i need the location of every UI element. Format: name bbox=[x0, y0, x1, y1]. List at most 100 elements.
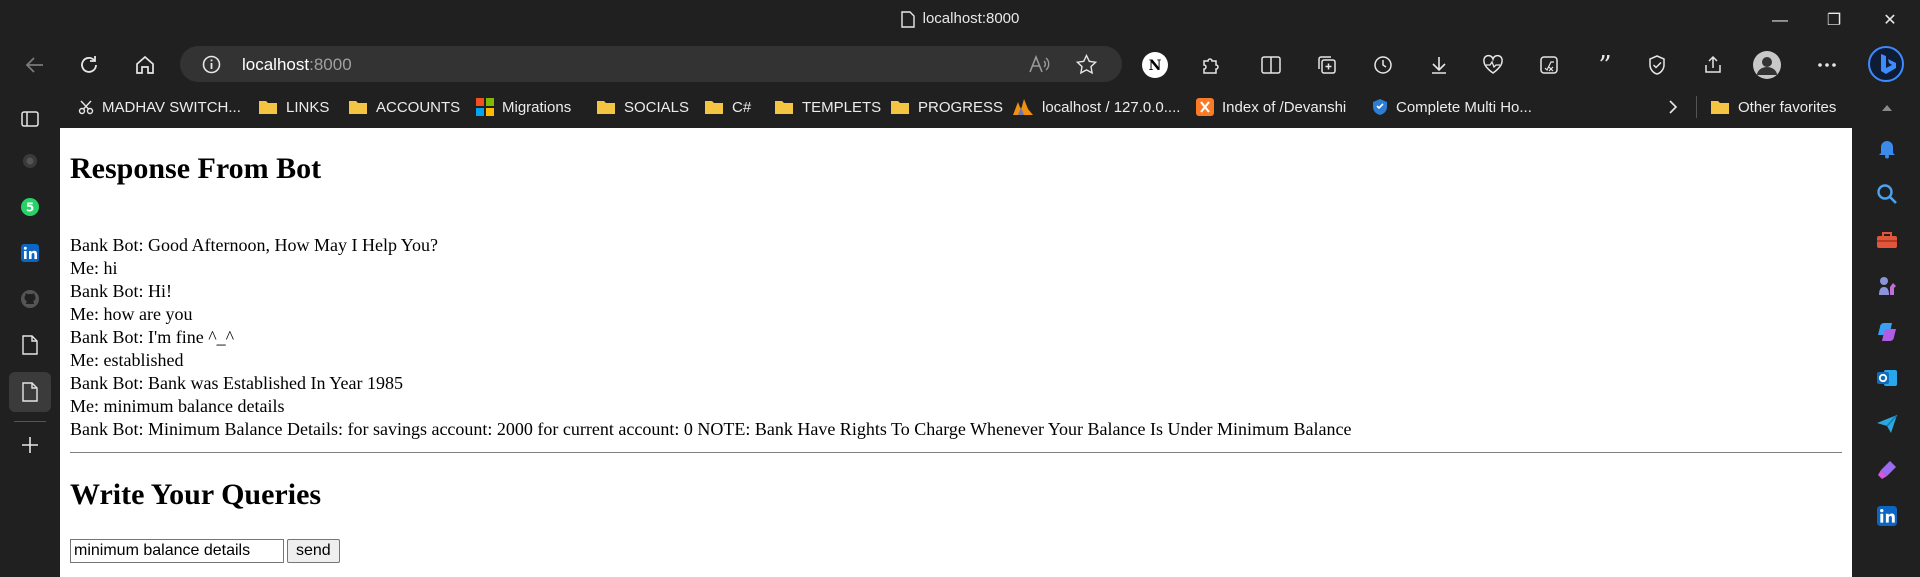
sidebar-drop[interactable] bbox=[1873, 410, 1901, 438]
page-icon bbox=[900, 10, 915, 28]
profile-button[interactable] bbox=[1752, 50, 1782, 80]
home-icon bbox=[136, 55, 154, 74]
bookmarks-bar: MADHAV SWITCH... LINKS ACCOUNTS Migratio… bbox=[0, 86, 1852, 128]
folder-icon bbox=[775, 101, 793, 114]
tab-actions-button[interactable] bbox=[15, 104, 45, 134]
restore-button[interactable]: ❐ bbox=[1814, 6, 1854, 36]
bookmark-item[interactable]: localhost / 127.0.0.... bbox=[1012, 95, 1180, 119]
downloads-button[interactable] bbox=[1424, 50, 1454, 80]
microsoft-logo-icon bbox=[476, 98, 494, 116]
sidebar-games[interactable] bbox=[1873, 272, 1901, 300]
extensions-button[interactable] bbox=[1196, 50, 1226, 80]
close-window-button[interactable]: ✕ bbox=[1870, 6, 1910, 36]
chat-line: Bank Bot: I'm fine ^_^ bbox=[70, 327, 235, 347]
avatar bbox=[1753, 51, 1781, 79]
chat-line: Me: established bbox=[70, 350, 184, 370]
tab-whatsapp[interactable]: 5 bbox=[15, 192, 45, 222]
address-bar[interactable]: localhost:8000 bbox=[180, 46, 1122, 82]
back-button[interactable] bbox=[20, 50, 50, 80]
query-input[interactable] bbox=[70, 539, 284, 563]
home-button[interactable] bbox=[130, 50, 160, 80]
outlook-icon bbox=[1877, 370, 1897, 386]
bookmark-folder[interactable]: C# bbox=[704, 95, 751, 119]
sidebar-outlook[interactable] bbox=[1873, 364, 1901, 392]
send-button[interactable]: send bbox=[287, 539, 340, 563]
more-dots-icon bbox=[1818, 63, 1836, 67]
chat-log: Bank Bot: Good Afternoon, How May I Help… bbox=[70, 234, 1351, 441]
chat-line: Bank Bot: Bank was Established In Year 1… bbox=[70, 373, 403, 393]
collections-button[interactable] bbox=[1312, 50, 1342, 80]
horizontal-rule bbox=[70, 452, 1842, 453]
sidebar-designer[interactable] bbox=[1873, 456, 1901, 484]
xampp-icon bbox=[1196, 98, 1214, 116]
svg-text:”: ” bbox=[1598, 54, 1611, 76]
refresh-button[interactable] bbox=[74, 50, 104, 80]
share-button[interactable] bbox=[1698, 50, 1728, 80]
bookmark-folder[interactable]: PROGRESS bbox=[890, 95, 1003, 119]
tab-active[interactable] bbox=[15, 377, 45, 407]
tabs-divider bbox=[14, 421, 46, 422]
url-text[interactable]: localhost:8000 bbox=[242, 55, 352, 75]
paper-plane-icon bbox=[1877, 414, 1898, 433]
copilot-icon bbox=[1878, 323, 1896, 341]
history-button[interactable] bbox=[1368, 50, 1398, 80]
back-arrow-icon bbox=[25, 57, 43, 73]
bookmark-item[interactable]: Migrations bbox=[476, 95, 571, 119]
quotes-extension-button[interactable]: ” bbox=[1590, 50, 1620, 80]
split-screen-button[interactable] bbox=[1256, 50, 1286, 80]
quote-icon: ” bbox=[1598, 54, 1611, 76]
folder-icon bbox=[891, 101, 909, 114]
math-solver-button[interactable] bbox=[1534, 50, 1564, 80]
chat-line: Me: hi bbox=[70, 258, 118, 278]
folder-icon bbox=[705, 101, 723, 114]
shield-icon bbox=[1373, 99, 1387, 115]
linkedin-icon bbox=[1877, 506, 1897, 526]
web-page-content: Response From Bot Bank Bot: Good Afterno… bbox=[60, 128, 1852, 577]
designer-icon bbox=[1878, 461, 1896, 479]
search-icon bbox=[1877, 184, 1897, 204]
page-icon bbox=[22, 382, 38, 402]
bookmarks-overflow-button[interactable] bbox=[1666, 95, 1688, 119]
bookmark-folder[interactable]: LINKS bbox=[258, 95, 329, 119]
bookmark-folder[interactable]: TEMPLETS bbox=[774, 95, 881, 119]
refresh-icon bbox=[81, 56, 97, 73]
minimize-button[interactable]: — bbox=[1760, 6, 1800, 36]
notion-extension-button[interactable]: N bbox=[1140, 50, 1170, 80]
read-aloud-icon bbox=[1029, 54, 1050, 73]
extension-badge-button[interactable] bbox=[1642, 50, 1672, 80]
sidebar-search[interactable] bbox=[1873, 180, 1901, 208]
bookmark-item[interactable]: Index of /Devanshi bbox=[1196, 95, 1346, 119]
sidebar-linkedin[interactable] bbox=[1873, 502, 1901, 530]
read-aloud-button[interactable] bbox=[1028, 54, 1050, 79]
sidebar-tools[interactable] bbox=[1873, 226, 1901, 254]
browser-essentials-button[interactable] bbox=[1478, 50, 1508, 80]
favorite-star-button[interactable] bbox=[1075, 53, 1098, 80]
caret-up-icon bbox=[1882, 105, 1892, 111]
sidebar-scroll-up[interactable] bbox=[1873, 94, 1901, 122]
chess-piece-icon bbox=[1879, 277, 1896, 295]
new-tab-button[interactable] bbox=[15, 430, 45, 460]
tab-linkedin[interactable] bbox=[15, 238, 45, 268]
tab-actions-icon bbox=[21, 111, 39, 127]
bookmark-item[interactable]: Complete Multi Ho... bbox=[1372, 95, 1532, 119]
other-favorites-folder[interactable]: Other favorites bbox=[1710, 95, 1836, 119]
title-bar: localhost:8000 — ❐ ✕ bbox=[0, 0, 1920, 42]
sidebar-notifications[interactable] bbox=[1873, 134, 1901, 162]
share-icon bbox=[1705, 55, 1721, 73]
plus-icon bbox=[22, 437, 38, 453]
bookmark-item[interactable]: MADHAV SWITCH... bbox=[78, 95, 241, 119]
toolbox-icon bbox=[1877, 232, 1897, 248]
tab-page[interactable] bbox=[15, 330, 45, 360]
svg-text:N: N bbox=[1149, 58, 1162, 74]
folder-icon bbox=[349, 101, 367, 114]
tab-item[interactable] bbox=[15, 146, 45, 176]
bing-copilot-button[interactable] bbox=[1868, 46, 1904, 82]
tab-github[interactable] bbox=[15, 284, 45, 314]
page-icon bbox=[22, 335, 38, 355]
svg-text:5: 5 bbox=[26, 201, 34, 215]
sidebar-copilot[interactable] bbox=[1873, 318, 1901, 346]
bookmark-folder[interactable]: ACCOUNTS bbox=[348, 95, 460, 119]
settings-more-button[interactable] bbox=[1812, 50, 1842, 80]
bookmark-folder[interactable]: SOCIALS bbox=[596, 95, 689, 119]
vertical-tabs-bar: 5 bbox=[0, 86, 60, 577]
